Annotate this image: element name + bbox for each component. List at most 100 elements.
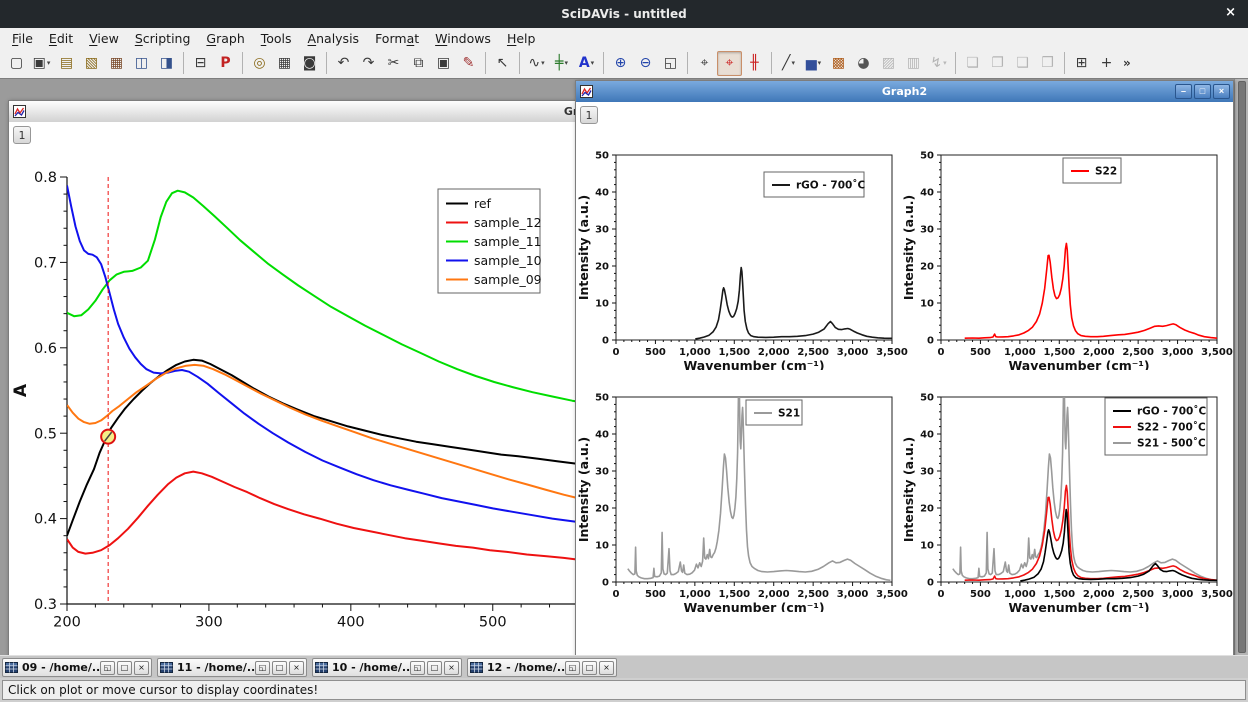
new-project-icon[interactable]: ▢ xyxy=(4,51,29,76)
maximize-button[interactable]: □ xyxy=(582,661,597,675)
graph2-layer-button[interactable]: 1 xyxy=(580,106,598,124)
svg-text:50: 50 xyxy=(595,151,609,162)
svg-text:0: 0 xyxy=(613,347,620,358)
maximize-button[interactable]: □ xyxy=(1194,84,1211,99)
plot-color-map-icon[interactable]: ▩ xyxy=(826,51,851,76)
menu-windows[interactable]: Windows xyxy=(427,31,499,46)
zoom-out-icon[interactable]: ⊖ xyxy=(633,51,658,76)
close-button[interactable]: × xyxy=(599,661,614,675)
open-project-icon[interactable]: ▤ xyxy=(54,51,79,76)
graph2-titlebar[interactable]: Graph2 – □ × xyxy=(576,81,1233,103)
close-button[interactable]: × xyxy=(134,661,149,675)
delete-selection-icon[interactable]: ✎ xyxy=(456,51,481,76)
save-project-icon[interactable]: ◫ xyxy=(129,51,154,76)
close-button[interactable]: × xyxy=(1213,84,1230,99)
menu-tools[interactable]: Tools xyxy=(253,31,300,46)
maximize-button[interactable]: □ xyxy=(272,661,287,675)
uvvis-absorbance-chart[interactable]: 2003004005000.30.40.50.60.70.8refsample_… xyxy=(10,123,578,653)
close-button[interactable]: × xyxy=(289,661,304,675)
data-reader-icon[interactable]: ⌖ xyxy=(717,51,742,76)
scidavis-app: SciDAVis - untitled × FileEditViewScript… xyxy=(0,0,1248,702)
menu-scripting[interactable]: Scripting xyxy=(127,31,199,46)
svg-text:rGO - 700˚C: rGO - 700˚C xyxy=(1137,406,1207,418)
graph2-title: Graph2 xyxy=(576,85,1233,98)
menu-analysis[interactable]: Analysis xyxy=(300,31,368,46)
undo-icon[interactable]: ↶ xyxy=(331,51,356,76)
svg-text:3,000: 3,000 xyxy=(837,347,869,358)
restore-button[interactable]: ◱ xyxy=(565,661,580,675)
add-curve-icon[interactable]: ∿▾ xyxy=(524,51,549,76)
pointer-icon[interactable]: ↖ xyxy=(490,51,515,76)
zoom-in-icon[interactable]: ⊕ xyxy=(608,51,633,76)
select-data-range-icon[interactable]: ╫ xyxy=(742,51,767,76)
restore-button[interactable]: ◱ xyxy=(410,661,425,675)
rescale-to-show-all-icon[interactable]: ◱ xyxy=(658,51,683,76)
svg-text:sample_11: sample_11 xyxy=(474,234,542,249)
menu-view[interactable]: View xyxy=(81,31,127,46)
taskbar-tab-2[interactable]: 11 - /home/...◱□× xyxy=(157,658,307,677)
status-message: Click on plot or move cursor to display … xyxy=(2,680,1246,700)
new-aspect-icon[interactable]: ▣▾ xyxy=(29,51,54,76)
tab-window-controls: ◱□× xyxy=(255,661,304,675)
table-icon xyxy=(315,662,328,673)
workspace-scrollbar[interactable] xyxy=(1234,79,1248,655)
window-close-icon[interactable]: × xyxy=(1225,6,1236,20)
taskbar-tab-4[interactable]: 12 - /home/...◱□× xyxy=(467,658,617,677)
maximize-button[interactable]: □ xyxy=(427,661,442,675)
plot-bars-icon: ▥ xyxy=(901,51,926,76)
maximize-button[interactable]: □ xyxy=(117,661,132,675)
graph-window-icon xyxy=(580,85,593,98)
screen-reader-icon[interactable]: ⌖ xyxy=(692,51,717,76)
scrollbar-thumb[interactable] xyxy=(1238,81,1246,653)
graph2-canvas: 1 05001,0001,5002,0002,5003,0003,5000102… xyxy=(576,102,1233,655)
graph1-layer-button[interactable]: 1 xyxy=(13,126,31,144)
toolbar-separator xyxy=(326,52,327,74)
results-log-icon[interactable]: ▦ xyxy=(272,51,297,76)
svg-text:500: 500 xyxy=(645,347,666,358)
open-template-icon[interactable]: ▧ xyxy=(79,51,104,76)
tab-label: 10 - /home/... xyxy=(332,661,410,674)
menu-graph[interactable]: Graph xyxy=(198,31,252,46)
menu-help[interactable]: Help xyxy=(499,31,544,46)
add-column-icon[interactable]: + xyxy=(1094,51,1119,76)
convert-table-icon[interactable]: ⊞ xyxy=(1069,51,1094,76)
add-text-icon[interactable]: A▾ xyxy=(574,51,599,76)
raman-s22-chart[interactable]: 05001,0001,5002,0002,5003,0003,500010203… xyxy=(903,128,1233,370)
raman-s21-chart[interactable]: 05001,0001,5002,0002,5003,0003,500010203… xyxy=(578,370,908,612)
restore-button[interactable]: ◱ xyxy=(255,661,270,675)
svg-text:500: 500 xyxy=(970,589,991,600)
statusbar: Click on plot or move cursor to display … xyxy=(0,678,1248,702)
paste-selection-icon[interactable]: ▣ xyxy=(431,51,456,76)
minimize-button[interactable]: – xyxy=(1175,84,1192,99)
svg-text:0.4: 0.4 xyxy=(34,512,57,528)
toolbar-overflow-icon[interactable]: » xyxy=(1123,56,1131,70)
menu-edit[interactable]: Edit xyxy=(41,31,81,46)
close-button[interactable]: × xyxy=(444,661,459,675)
copy-selection-icon[interactable]: ⧉ xyxy=(406,51,431,76)
svg-text:Intensity (a.u.): Intensity (a.u.) xyxy=(578,195,591,300)
redo-icon[interactable]: ↷ xyxy=(356,51,381,76)
toolbar-separator xyxy=(687,52,688,74)
save-template-icon[interactable]: ◨ xyxy=(154,51,179,76)
restore-button[interactable]: ◱ xyxy=(100,661,115,675)
svg-text:500: 500 xyxy=(970,347,991,358)
add-histogram-icon[interactable]: ▅▾ xyxy=(801,51,826,76)
raman-combined-chart[interactable]: 05001,0001,5002,0002,5003,0003,500010203… xyxy=(903,370,1233,612)
export-pdf-icon[interactable]: P xyxy=(213,51,238,76)
import-ascii-icon[interactable]: ▦ xyxy=(104,51,129,76)
plot-pie-icon[interactable]: ◕ xyxy=(851,51,876,76)
print-icon[interactable]: ⊟ xyxy=(188,51,213,76)
taskbar-tab-1[interactable]: 09 - /home/...◱□× xyxy=(2,658,152,677)
project-explorer-icon[interactable]: ◎ xyxy=(247,51,272,76)
taskbar-tab-3[interactable]: 10 - /home/...◱□× xyxy=(312,658,462,677)
svg-text:1,500: 1,500 xyxy=(1043,347,1075,358)
raman-rgo-chart[interactable]: 05001,0001,5002,0002,5003,0003,500010203… xyxy=(578,128,908,370)
fit-frame-2-icon: ❐ xyxy=(985,51,1010,76)
draw-line-icon[interactable]: ╱▾ xyxy=(776,51,801,76)
svg-text:2,500: 2,500 xyxy=(1122,589,1154,600)
add-error-bars-icon[interactable]: ╪▾ xyxy=(549,51,574,76)
lock-toolbars-icon[interactable]: ◙ xyxy=(297,51,322,76)
menu-format[interactable]: Format xyxy=(367,31,427,46)
cut-selection-icon[interactable]: ✂ xyxy=(381,51,406,76)
menu-file[interactable]: File xyxy=(4,31,41,46)
